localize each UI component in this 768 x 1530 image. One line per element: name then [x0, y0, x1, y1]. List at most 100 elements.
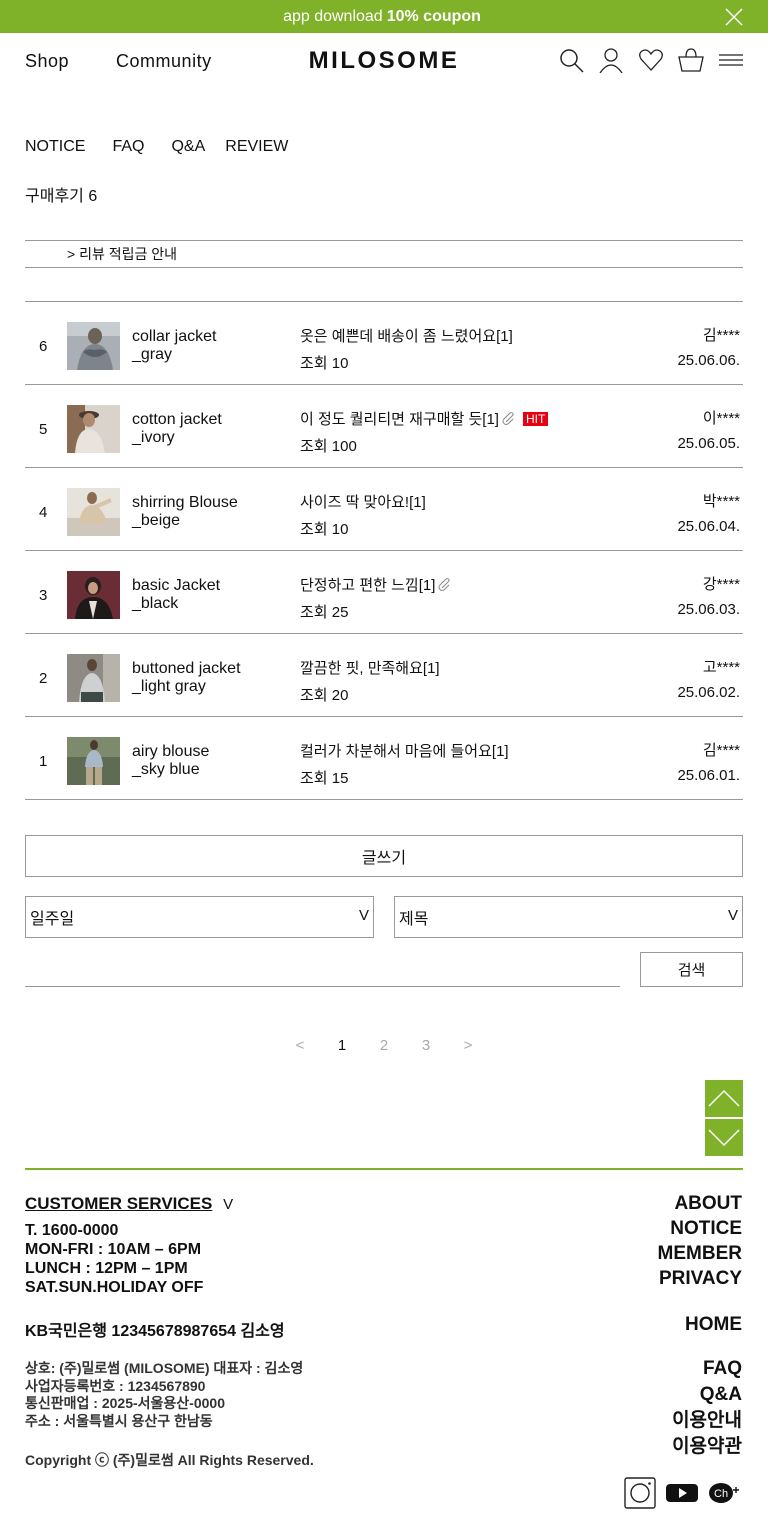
instagram-icon[interactable] — [624, 1477, 656, 1509]
channel-talk-icon[interactable]: Ch — [708, 1481, 742, 1505]
period-select[interactable]: 일주일 V — [25, 896, 374, 938]
page-2[interactable]: 2 — [363, 1037, 405, 1054]
product-thumbnail[interactable] — [67, 737, 120, 785]
product-thumbnail[interactable] — [67, 654, 120, 702]
review-row[interactable]: 4 shirring Blouse _beige 사이즈 딱 맞아요![1] 조… — [25, 468, 743, 551]
review-number: 6 — [39, 338, 48, 355]
footer-link-about[interactable]: ABOUT — [658, 1191, 742, 1216]
search-icon[interactable] — [558, 47, 584, 73]
footer-link-notice[interactable]: NOTICE — [658, 1216, 742, 1241]
review-subject-text: 옷은 예쁜데 배송이 좀 느렸어요[1] — [300, 328, 513, 345]
footer-link-privacy[interactable]: PRIVACY — [658, 1266, 742, 1291]
banner-text: app download — [283, 7, 383, 25]
review-author: 김**** — [702, 327, 740, 344]
social-links: Ch — [624, 1477, 742, 1509]
review-author: 박**** — [702, 493, 740, 510]
product-title: shirring Blouse — [132, 494, 238, 511]
cs-holiday: SAT.SUN.HOLIDAY OFF — [25, 1279, 204, 1296]
svg-text:Ch: Ch — [714, 1488, 728, 1500]
tab-qna[interactable]: Q&A — [171, 138, 205, 156]
footer-link-terms[interactable]: 이용약관 — [672, 1434, 742, 1460]
review-subject[interactable]: 옷은 예쁜데 배송이 좀 느렸어요[1] — [300, 325, 513, 346]
next-page-button[interactable]: > — [447, 1037, 489, 1054]
review-author: 강**** — [702, 576, 740, 593]
footer-link-home[interactable]: HOME — [685, 1312, 742, 1337]
page-3[interactable]: 3 — [405, 1037, 447, 1054]
product-thumbnail[interactable] — [67, 405, 120, 453]
search-button[interactable]: 검색 — [640, 952, 743, 987]
footer-divider — [25, 1168, 743, 1170]
customer-services-toggle[interactable]: CUSTOMER SERVICES V — [25, 1194, 233, 1214]
chevron-down-icon: V — [223, 1196, 234, 1213]
prev-page-button[interactable]: < — [279, 1037, 321, 1054]
review-number: 1 — [39, 753, 48, 770]
review-date: 25.06.06. — [677, 352, 740, 369]
review-reward-notice[interactable]: > 리뷰 적립금 안내 — [25, 240, 743, 268]
review-row[interactable]: 5 cotton jacket _ivory 이 정도 퀄리티면 재구매할 듯[… — [25, 385, 743, 468]
review-subject-text: 깔끔한 핏, 만족해요[1] — [300, 660, 440, 677]
mail-order-number: 통신판매업 : 2025-서울용산-0000 — [25, 1395, 225, 1411]
review-subject[interactable]: 이 정도 퀄리티면 재구매할 듯[1] HIT — [300, 408, 549, 429]
product-thumbnail[interactable] — [67, 488, 120, 536]
scroll-bottom-button[interactable] — [705, 1119, 743, 1156]
scroll-top-button[interactable] — [705, 1080, 743, 1117]
attachment-icon — [438, 577, 451, 591]
footer-link-qna[interactable]: Q&A — [672, 1382, 742, 1408]
search-field-select-value: 제목 — [399, 911, 429, 928]
product-thumbnail[interactable] — [67, 571, 120, 619]
review-subject-text: 단정하고 편한 느낌[1] — [300, 577, 436, 594]
review-author: 고**** — [702, 659, 740, 676]
product-option: _gray — [132, 346, 173, 363]
review-row[interactable]: 2 buttoned jacket _light gray 깔끔한 핏, 만족해… — [25, 634, 743, 717]
footer-nav-home: HOME — [685, 1312, 742, 1337]
company-address: 주소 : 서울특별시 용산구 한남동 — [25, 1412, 213, 1429]
product-option: _beige — [132, 512, 181, 529]
search-field-select[interactable]: 제목 V — [394, 896, 743, 938]
search-input[interactable] — [25, 952, 620, 987]
app-coupon-banner[interactable]: app download 10% coupon — [0, 0, 768, 33]
header-icons — [558, 47, 744, 73]
bank-account: KB국민은행 12345678987654 김소영 — [25, 1323, 285, 1340]
review-subject[interactable]: 사이즈 딱 맞아요![1] — [300, 491, 426, 512]
heart-icon[interactable] — [638, 47, 664, 73]
board-title: 구매후기 6 — [25, 188, 98, 205]
company-info: 상호: (주)밀로썸 (MILOSOME) 대표자 : 김소영 사업자등록번호 … — [25, 1360, 303, 1430]
product-name: basic Jacket _black — [132, 577, 220, 613]
write-review-button[interactable]: 글쓰기 — [25, 835, 743, 877]
review-list: 6 collar jacket _gray 옷은 예쁜데 배송이 좀 느렸어요[… — [25, 301, 743, 800]
cs-phone: T. 1600-0000 — [25, 1222, 119, 1239]
close-icon[interactable] — [724, 7, 744, 27]
business-number: 사업자등록번호 : 1234567890 — [25, 1377, 206, 1394]
user-icon[interactable] — [598, 47, 624, 73]
pagination: < 1 2 3 > — [0, 1037, 768, 1054]
review-author: 김**** — [702, 742, 740, 759]
footer-link-faq[interactable]: FAQ — [672, 1356, 742, 1382]
review-date: 25.06.05. — [677, 435, 740, 452]
footer-link-member[interactable]: MEMBER — [658, 1241, 742, 1266]
tab-notice[interactable]: NOTICE — [25, 138, 85, 156]
review-subject[interactable]: 컬러가 차분해서 마음에 들어요[1] — [300, 740, 509, 761]
footer-link-guide[interactable]: 이용안내 — [672, 1408, 742, 1434]
page-1[interactable]: 1 — [321, 1037, 363, 1054]
review-date: 25.06.03. — [677, 601, 740, 618]
cart-icon[interactable] — [678, 47, 704, 73]
tab-faq[interactable]: FAQ — [112, 138, 144, 156]
review-number: 4 — [39, 504, 48, 521]
review-row[interactable]: 1 airy blouse _sky blue 컬러가 차분해서 마음에 들어요… — [25, 717, 743, 800]
review-subject[interactable]: 단정하고 편한 느낌[1] — [300, 574, 452, 595]
menu-icon[interactable] — [718, 47, 744, 73]
product-thumbnail[interactable] — [67, 322, 120, 370]
review-row[interactable]: 3 basic Jacket _black 단정하고 편한 느낌[1] 조회 2… — [25, 551, 743, 634]
product-option: _ivory — [132, 429, 175, 446]
period-select-value: 일주일 — [30, 911, 75, 928]
chevron-down-icon: V — [727, 907, 738, 924]
review-row[interactable]: 6 collar jacket _gray 옷은 예쁜데 배송이 좀 느렸어요[… — [25, 302, 743, 385]
product-option: _black — [132, 595, 179, 612]
review-author: 이**** — [702, 410, 740, 427]
review-date: 25.06.02. — [677, 684, 740, 701]
review-subject[interactable]: 깔끔한 핏, 만족해요[1] — [300, 657, 440, 678]
youtube-icon[interactable] — [666, 1482, 698, 1504]
tab-review[interactable]: REVIEW — [225, 138, 288, 156]
review-subject-text: 사이즈 딱 맞아요![1] — [300, 494, 426, 511]
cs-hours: MON-FRI : 10AM – 6PM — [25, 1241, 202, 1258]
